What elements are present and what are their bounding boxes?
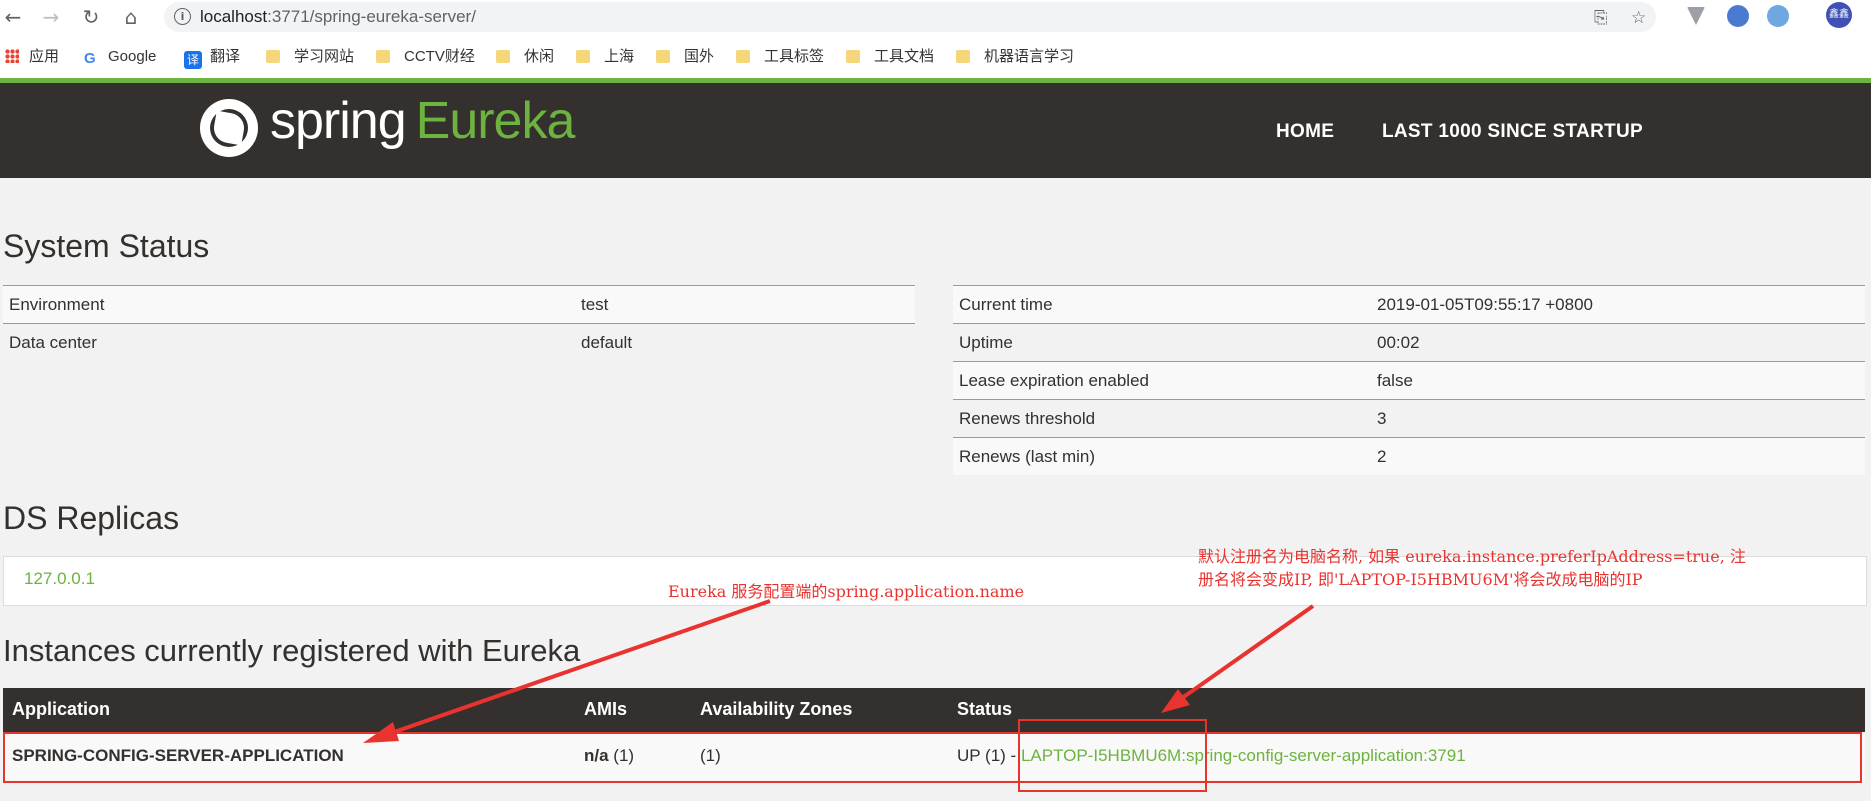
- annotation-host-note: 默认注册名为电脑名称, 如果 eureka.instance.preferIpA…: [1198, 545, 1746, 591]
- status-value: 00:02: [1371, 323, 1865, 362]
- folder-icon: [376, 50, 390, 63]
- extension-globe-icon[interactable]: [1727, 5, 1749, 27]
- back-arrow-icon[interactable]: ←: [0, 4, 26, 30]
- browser-toolbar: ← → ↻ ⌂ i localhost:3771/spring-eureka-s…: [0, 0, 1871, 34]
- replica-link[interactable]: 127.0.0.1: [24, 569, 95, 589]
- table-row: Uptime 00:02: [953, 323, 1865, 362]
- bookmark-folder[interactable]: 工具标签: [736, 47, 824, 67]
- bookmark-label: 机器语言学习: [984, 48, 1075, 65]
- column-header-zones: Availability Zones: [700, 699, 853, 719]
- folder-icon: [846, 50, 860, 63]
- bookmark-star-icon[interactable]: ☆: [1631, 8, 1646, 28]
- folder-icon: [956, 50, 970, 63]
- apps-grid-icon: [5, 49, 19, 63]
- url-host: localhost: [200, 7, 268, 26]
- bookmark-folder[interactable]: 工具文档: [846, 47, 934, 67]
- forward-arrow-icon[interactable]: →: [38, 4, 64, 30]
- status-label: Renews threshold: [953, 399, 1371, 438]
- google-icon: G: [84, 50, 96, 67]
- logo-spring-text: spring: [270, 92, 407, 150]
- annotation-app-name-note: Eureka 服务配置端的spring.application.name: [668, 582, 1025, 601]
- url-path: :3771/spring-eureka-server/: [267, 7, 476, 26]
- nav-home-link[interactable]: HOME: [1276, 121, 1334, 143]
- bookmark-label: 工具标签: [764, 48, 825, 65]
- instances-table-header: Application AMIs Availability Zones Stat…: [3, 688, 1865, 732]
- status-label: Uptime: [953, 323, 1371, 362]
- extension-translate-icon[interactable]: [1767, 5, 1789, 27]
- address-bar[interactable]: i localhost:3771/spring-eureka-server/ ⎘…: [164, 2, 1656, 32]
- extension-v-icon[interactable]: [1687, 7, 1705, 25]
- system-status-title: System Status: [3, 228, 210, 264]
- bookmark-label: 国外: [684, 48, 715, 65]
- bookmark-label: 学习网站: [294, 48, 355, 65]
- column-header-application: Application: [12, 699, 110, 719]
- bookmark-folder[interactable]: 休闲: [496, 47, 554, 67]
- home-icon[interactable]: ⌂: [118, 4, 144, 30]
- folder-icon: [496, 50, 510, 63]
- annotation-host-note-line1: 默认注册名为电脑名称, 如果 eureka.instance.preferIpA…: [1198, 547, 1746, 566]
- system-status-left-table: Environment test Data center default: [3, 285, 915, 361]
- status-value: default: [575, 323, 915, 361]
- instances-title: Instances currently registered with Eure…: [3, 633, 581, 668]
- status-value: 3: [1371, 399, 1865, 438]
- status-label: Environment: [3, 285, 575, 324]
- bookmark-folder[interactable]: 学习网站: [266, 47, 354, 67]
- bookmark-folder[interactable]: 国外: [656, 47, 714, 67]
- status-value: 2: [1371, 437, 1865, 475]
- table-row: Current time 2019-01-05T09:55:17 +0800: [953, 285, 1865, 324]
- url-text: localhost:3771/spring-eureka-server/: [200, 7, 476, 27]
- table-row: Lease expiration enabled false: [953, 361, 1865, 400]
- bookmark-label: CCTV财经: [404, 48, 475, 65]
- info-icon[interactable]: i: [174, 8, 191, 25]
- status-label: Lease expiration enabled: [953, 361, 1371, 400]
- folder-icon: [266, 50, 280, 63]
- bookmark-label: 工具文档: [874, 48, 935, 65]
- folder-icon: [736, 50, 750, 63]
- bookmark-apps[interactable]: 应用: [5, 47, 59, 67]
- column-header-amis: AMIs: [584, 699, 628, 719]
- bookmark-translate[interactable]: 译翻译: [184, 47, 241, 69]
- table-row: Renews (last min) 2: [953, 437, 1865, 475]
- logo-eureka-text: Eureka: [415, 92, 576, 150]
- table-row: Data center default: [3, 323, 915, 361]
- bookmark-label: 休闲: [524, 48, 555, 65]
- translate-bookmark-icon: 译: [184, 51, 202, 69]
- status-label: Data center: [3, 323, 575, 361]
- annotation-host-box: [1018, 719, 1207, 792]
- bookmark-label: 翻译: [210, 48, 241, 65]
- bookmark-folder[interactable]: 上海: [576, 47, 634, 67]
- status-label: Renews (last min): [953, 437, 1371, 475]
- bookmark-google[interactable]: G Google: [84, 47, 156, 67]
- status-label: Current time: [953, 285, 1371, 324]
- reload-icon[interactable]: ↻: [78, 4, 104, 30]
- eureka-header: spring Eureka HOME LAST 1000 SINCE STARTU…: [0, 83, 1871, 178]
- status-value: false: [1371, 361, 1865, 400]
- table-row: Environment test: [3, 285, 915, 324]
- status-value: test: [575, 285, 915, 324]
- bookmark-folder[interactable]: CCTV财经: [376, 47, 475, 67]
- table-row: Renews threshold 3: [953, 399, 1865, 438]
- system-status-right-table: Current time 2019-01-05T09:55:17 +0800 U…: [953, 285, 1865, 475]
- status-value: 2019-01-05T09:55:17 +0800: [1371, 285, 1865, 324]
- logo-wordmark[interactable]: spring Eureka: [270, 91, 576, 151]
- bookmark-label: Google: [108, 48, 157, 65]
- folder-icon: [576, 50, 590, 63]
- column-header-status: Status: [957, 699, 1013, 719]
- bookmarks-bar: 应用 G Google 译翻译 学习网站 CCTV财经 休闲 上海 国外 工具标签…: [0, 34, 1871, 78]
- profile-avatar[interactable]: 鑫鑫: [1826, 2, 1852, 28]
- bookmark-label: 应用: [29, 48, 60, 65]
- annotation-host-note-line2: 册名将会变成IP, 即'LAPTOP-I5HBMU6M'将会改成电脑的IP: [1198, 570, 1643, 589]
- ds-replicas-title: DS Replicas: [3, 500, 180, 536]
- bookmark-label: 上海: [604, 48, 635, 65]
- spring-logo-icon[interactable]: [200, 99, 258, 157]
- bookmark-folder[interactable]: 机器语言学习: [956, 47, 1074, 67]
- translate-icon[interactable]: ⎘: [1594, 8, 1608, 28]
- annotation-row-box: [3, 732, 1862, 783]
- folder-icon: [656, 50, 670, 63]
- nav-last-1000-link[interactable]: LAST 1000 SINCE STARTUP: [1382, 121, 1643, 143]
